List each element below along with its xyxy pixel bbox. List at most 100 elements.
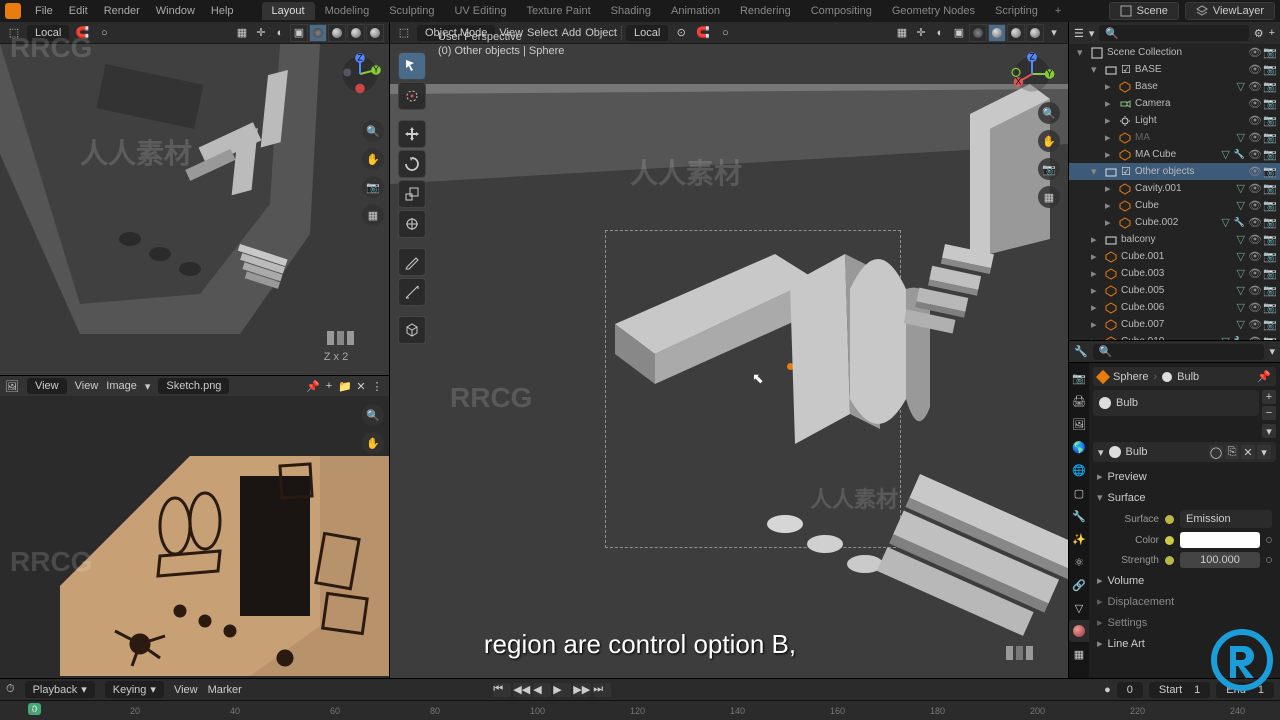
hide-viewport-icon[interactable]: 👁 — [1249, 149, 1261, 161]
add-workspace-icon[interactable]: + — [1048, 2, 1068, 20]
tab-object[interactable]: ▢ — [1069, 482, 1089, 504]
disable-render-icon[interactable]: 📷 — [1264, 132, 1276, 144]
expand-icon[interactable]: ▸ — [1105, 182, 1115, 195]
workspace-tab-compositing[interactable]: Compositing — [801, 2, 882, 20]
menu-help[interactable]: Help — [203, 5, 242, 17]
expand-icon[interactable]: ▸ — [1105, 97, 1115, 110]
gizmo-toggle-icon[interactable]: ✛ — [252, 24, 270, 42]
play-icon[interactable]: ▶ — [553, 683, 571, 697]
overlay-icon[interactable]: ◐ — [271, 24, 289, 42]
editor-type-icon[interactable]: ⬚ — [395, 24, 413, 42]
frame-start[interactable]: Start1 — [1149, 682, 1210, 698]
expand-icon[interactable]: ▾ — [1091, 63, 1101, 76]
image-filename[interactable]: Sketch.png — [158, 378, 229, 394]
expand-icon[interactable]: ▸ — [1091, 267, 1101, 280]
object-menu[interactable]: Object — [585, 27, 617, 39]
viewlayer-selector[interactable]: ViewLayer — [1185, 2, 1275, 20]
disable-render-icon[interactable]: 📷 — [1264, 217, 1276, 229]
tab-particles[interactable]: ✨ — [1069, 528, 1089, 550]
shade-wire[interactable] — [969, 24, 987, 42]
outliner-row[interactable]: ▸Cube.010▽🔧👁📷 — [1069, 333, 1280, 340]
tl-view-menu[interactable]: View — [174, 684, 198, 696]
tab-scene[interactable]: 🌎 — [1069, 436, 1089, 458]
outliner-row[interactable]: ▸Light👁📷 — [1069, 112, 1280, 129]
expand-icon[interactable]: ▾ — [1091, 165, 1101, 178]
disable-render-icon[interactable]: 📷 — [1264, 81, 1276, 93]
workspace-tab-sculpting[interactable]: Sculpting — [379, 2, 444, 20]
shade-solid[interactable] — [988, 24, 1006, 42]
tab-modifiers[interactable]: 🔧 — [1069, 505, 1089, 527]
hide-viewport-icon[interactable]: 👁 — [1249, 217, 1261, 229]
rotate-tool[interactable] — [398, 150, 426, 178]
expand-icon[interactable]: ▸ — [1091, 301, 1101, 314]
editor-type-icon[interactable]: ☰ — [1074, 27, 1084, 40]
expand-icon[interactable]: ▸ — [1091, 284, 1101, 297]
nav-gizmo-large[interactable]: Y Z X — [1008, 50, 1056, 98]
hide-viewport-icon[interactable]: 👁 — [1249, 47, 1261, 59]
bc-object[interactable]: Sphere — [1113, 371, 1148, 383]
hide-viewport-icon[interactable]: 👁 — [1249, 81, 1261, 93]
camera-view-icon[interactable]: 📷 — [362, 176, 384, 198]
hide-viewport-icon[interactable]: 👁 — [1249, 268, 1261, 280]
options-icon[interactable]: ▾ — [1269, 345, 1275, 358]
outliner-row[interactable]: ▸Camera👁📷 — [1069, 95, 1280, 112]
cursor-tool[interactable] — [398, 82, 426, 110]
expand-icon[interactable]: ▸ — [1105, 199, 1115, 212]
editor-type-icon[interactable]: ⬚ — [5, 24, 23, 42]
disable-render-icon[interactable]: 📷 — [1264, 64, 1276, 76]
expand-icon[interactable]: ▸ — [1091, 233, 1101, 246]
viewport-small[interactable]: ⬚ Local 🧲 ○ ▦ ✛ ◐ ▣ Y Z — [0, 22, 389, 376]
editor-type-icon[interactable]: 🔧 — [1074, 345, 1088, 358]
disable-render-icon[interactable]: 📷 — [1264, 302, 1276, 314]
snap-icon[interactable]: 🧲 — [694, 24, 712, 42]
orient-dropdown[interactable]: Local — [626, 25, 668, 41]
outliner-row[interactable]: ▸Cube.003▽👁📷 — [1069, 265, 1280, 282]
panel-volume[interactable]: ▸Volume — [1093, 570, 1276, 591]
shade-solid[interactable] — [328, 24, 346, 42]
tab-material[interactable] — [1069, 620, 1089, 642]
sel-visible-icon[interactable]: ▦ — [893, 24, 911, 42]
keying-menu[interactable]: Keying ▾ — [105, 681, 164, 698]
expand-icon[interactable]: ▸ — [1105, 148, 1115, 161]
prop-edit-icon[interactable]: ○ — [716, 24, 734, 42]
hide-viewport-icon[interactable]: 👁 — [1249, 98, 1261, 110]
disable-render-icon[interactable]: 📷 — [1264, 166, 1276, 178]
hide-viewport-icon[interactable]: 👁 — [1249, 234, 1261, 246]
bc-material[interactable]: Bulb — [1177, 371, 1199, 383]
tab-render[interactable]: 📷 — [1069, 367, 1089, 389]
sel-visible-icon[interactable]: ▦ — [233, 24, 251, 42]
tab-world[interactable]: 🌐 — [1069, 459, 1089, 481]
outliner-row[interactable]: ▾Scene Collection👁📷 — [1069, 44, 1280, 61]
outliner-row[interactable]: ▸Cube.006▽👁📷 — [1069, 299, 1280, 316]
disable-render-icon[interactable]: 📷 — [1264, 98, 1276, 110]
shade-options-icon[interactable]: ▾ — [1045, 24, 1063, 42]
current-frame[interactable]: 0 — [1117, 682, 1143, 698]
hide-viewport-icon[interactable]: 👁 — [1249, 251, 1261, 263]
workspace-tab-modeling[interactable]: Modeling — [315, 2, 380, 20]
new-icon[interactable]: + — [322, 379, 336, 393]
pin-icon[interactable]: 📌 — [1257, 370, 1271, 383]
browse-mat-icon[interactable]: ▾ — [1098, 446, 1104, 459]
timeline-ruler[interactable]: 0 020406080100120140160180200220240 — [0, 700, 1280, 720]
scene-selector[interactable]: Scene — [1109, 2, 1179, 20]
disable-render-icon[interactable]: 📷 — [1264, 47, 1276, 59]
menu-edit[interactable]: Edit — [61, 5, 96, 17]
surface-type[interactable]: Emission — [1180, 510, 1272, 528]
disable-render-icon[interactable]: 📷 — [1264, 319, 1276, 331]
props-search[interactable]: 🔍 — [1093, 344, 1265, 360]
more-icon[interactable]: ⋮ — [370, 379, 384, 393]
ie-view2[interactable]: View — [75, 380, 99, 392]
transform-tool[interactable] — [398, 210, 426, 238]
workspace-tab-texture-paint[interactable]: Texture Paint — [516, 2, 600, 20]
outliner-row[interactable]: ▸Cube.005▽👁📷 — [1069, 282, 1280, 299]
prev-key-icon[interactable]: ◀◀ — [513, 683, 531, 697]
autokey-icon[interactable]: ● — [1104, 684, 1111, 696]
new-coll-icon[interactable]: + — [1269, 27, 1275, 39]
display-mode-icon[interactable]: ▾ — [1089, 27, 1095, 40]
hide-viewport-icon[interactable]: 👁 — [1249, 132, 1261, 144]
expand-icon[interactable]: ▾ — [1077, 46, 1087, 59]
tab-constraints[interactable]: 🔗 — [1069, 574, 1089, 596]
next-key-icon[interactable]: ▶▶ — [573, 683, 591, 697]
workspace-tab-rendering[interactable]: Rendering — [730, 2, 801, 20]
outliner-row[interactable]: ▸Cavity.001▽👁📷 — [1069, 180, 1280, 197]
